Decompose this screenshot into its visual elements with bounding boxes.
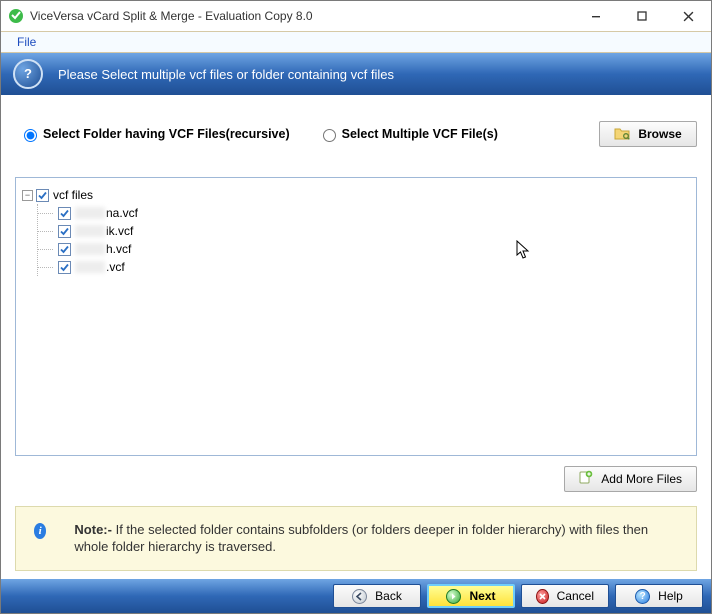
footer: Back Next Cancel ? Help	[1, 579, 711, 613]
window-title: ViceVersa vCard Split & Merge - Evaluati…	[30, 9, 313, 23]
header-message: Please Select multiple vcf files or fold…	[58, 67, 394, 82]
tree-item-label: ik.vcf	[106, 224, 133, 238]
app-icon	[8, 8, 24, 24]
close-button[interactable]	[665, 1, 711, 31]
radio-select-folder[interactable]: Select Folder having VCF Files(recursive…	[19, 126, 290, 142]
note-text: Note:- If the selected folder contains s…	[74, 521, 678, 556]
radio-select-folder-label: Select Folder having VCF Files(recursive…	[43, 127, 290, 141]
tree-children: na.vcf ik.vcf h.vcf .vcf	[37, 204, 690, 276]
back-button[interactable]: Back	[333, 584, 421, 608]
checkbox[interactable]	[58, 261, 71, 274]
browse-button[interactable]: Browse	[599, 121, 697, 147]
tree-item-label: .vcf	[106, 260, 125, 274]
tree-item[interactable]: .vcf	[38, 258, 690, 276]
tree-item[interactable]: na.vcf	[38, 204, 690, 222]
checkbox[interactable]	[36, 189, 49, 202]
note-box: i Note:- If the selected folder contains…	[15, 506, 697, 571]
tree-item[interactable]: ik.vcf	[38, 222, 690, 240]
help-button[interactable]: ? Help	[615, 584, 703, 608]
titlebar: ViceVersa vCard Split & Merge - Evaluati…	[1, 1, 711, 31]
menubar: File	[1, 31, 711, 53]
radio-select-files[interactable]: Select Multiple VCF File(s)	[318, 126, 498, 142]
add-more-files-label: Add More Files	[601, 472, 682, 486]
add-icon	[579, 470, 593, 487]
checkbox[interactable]	[58, 243, 71, 256]
tree-item-label: h.vcf	[106, 242, 131, 256]
selection-mode-row: Select Folder having VCF Files(recursive…	[19, 121, 697, 147]
back-label: Back	[375, 589, 402, 603]
collapse-icon[interactable]: −	[22, 190, 33, 201]
checkbox[interactable]	[58, 225, 71, 238]
note-body: If the selected folder contains subfolde…	[74, 522, 648, 555]
next-arrow-icon	[446, 589, 461, 604]
menu-file[interactable]: File	[11, 33, 42, 51]
help-icon: ?	[635, 589, 650, 604]
svg-text:?: ?	[24, 66, 32, 81]
add-more-files-button[interactable]: Add More Files	[564, 466, 697, 492]
radio-select-files-label: Select Multiple VCF File(s)	[342, 127, 498, 141]
obscured-text	[75, 207, 105, 219]
cancel-icon	[536, 589, 549, 604]
maximize-button[interactable]	[619, 1, 665, 31]
radio-select-folder-input[interactable]	[24, 129, 37, 142]
help-banner-icon: ?	[13, 59, 43, 89]
cancel-button[interactable]: Cancel	[521, 584, 609, 608]
back-arrow-icon	[352, 589, 367, 604]
next-button[interactable]: Next	[427, 584, 515, 608]
folder-icon	[614, 126, 630, 143]
radio-select-files-input[interactable]	[323, 129, 336, 142]
tree-root-node[interactable]: − vcf files	[22, 186, 690, 204]
main-content: Select Folder having VCF Files(recursive…	[1, 95, 711, 579]
checkbox[interactable]	[58, 207, 71, 220]
app-window: ViceVersa vCard Split & Merge - Evaluati…	[0, 0, 712, 614]
next-label: Next	[469, 589, 495, 603]
tree-item-label: na.vcf	[106, 206, 138, 220]
minimize-button[interactable]	[573, 1, 619, 31]
cancel-label: Cancel	[557, 589, 594, 603]
obscured-text	[75, 261, 105, 273]
info-icon: i	[34, 523, 46, 539]
browse-label: Browse	[638, 127, 681, 141]
tree-root-label: vcf files	[53, 188, 93, 202]
obscured-text	[75, 243, 105, 255]
obscured-text	[75, 225, 105, 237]
header-banner: ? Please Select multiple vcf files or fo…	[1, 53, 711, 95]
note-prefix: Note:-	[74, 522, 115, 537]
help-label: Help	[658, 589, 683, 603]
file-tree[interactable]: − vcf files na.vcf ik.vcf	[15, 177, 697, 456]
tree-item[interactable]: h.vcf	[38, 240, 690, 258]
